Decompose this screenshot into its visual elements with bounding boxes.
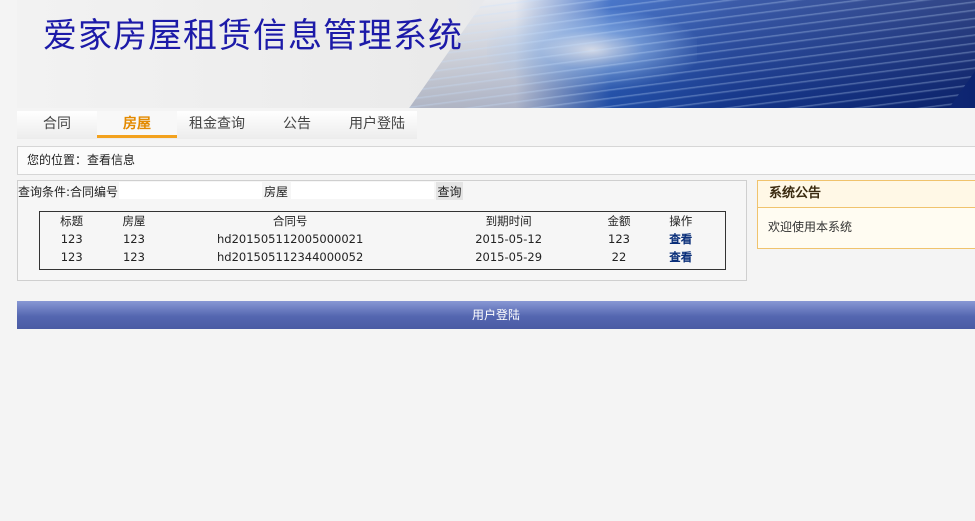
notice-body: 欢迎使用本系统 [768,220,853,234]
nav-item-notice[interactable]: 公告 [257,111,337,137]
table-row: 123 123 hd201505112344000052 2015-05-29 … [40,248,725,266]
header-banner: 爱家房屋租赁信息管理系统 [17,0,975,108]
cell-title: 123 [60,232,83,246]
column-header-title: 标题 [60,214,84,228]
results-table: 标题 房屋 合同号 到期时间 金额 操作 123 123 hd201505112… [39,211,726,270]
query-button[interactable]: 查询 [436,182,463,200]
cell-contract: hd201505112005000021 [217,232,364,246]
column-header-amount: 金额 [607,214,631,228]
nav-item-rent-query[interactable]: 租金查询 [177,111,257,137]
cell-contract: hd201505112344000052 [217,250,364,264]
view-link[interactable]: 查看 [669,232,692,246]
column-header-action: 操作 [669,214,693,228]
table-row: 123 123 hd201505112005000021 2015-05-12 … [40,230,725,248]
breadcrumb: 您的位置：查看信息 [17,146,975,175]
cell-action: 查看 [636,230,725,248]
banner-light-rays [409,0,975,108]
system-notice-panel: 系统公告 欢迎使用本系统 [757,180,975,249]
cell-due-date: 2015-05-29 [475,250,543,264]
cell-due-date: 2015-05-12 [475,232,543,246]
column-header-contract: 合同号 [272,214,308,228]
breadcrumb-text: 您的位置：查看信息 [27,153,136,167]
nav-item-user-login[interactable]: 用户登陆 [337,111,417,137]
cell-house: 123 [122,232,145,246]
contract-number-label: 查询条件:合同编号 [18,185,119,199]
view-link[interactable]: 查看 [669,250,692,264]
cell-amount: 22 [611,250,627,264]
nav-item-house[interactable]: 房屋 [97,111,177,138]
contract-number-input[interactable] [119,182,262,199]
nav-item-contract[interactable]: 合同 [17,111,97,137]
column-header-due-date: 到期时间 [485,214,532,228]
house-label: 房屋 [264,185,289,199]
cell-title: 123 [60,250,83,264]
notice-title: 系统公告 [758,181,975,208]
user-login-bar[interactable]: 用户登陆 [17,301,975,329]
cell-amount: 123 [608,232,630,246]
search-panel: 查询条件:合同编号 房屋 查询 标题 房屋 合同号 到期时间 金额 操作 123… [17,180,747,281]
main-nav: 合同 房屋 租金查询 公告 用户登陆 [17,111,417,139]
cell-action: 查看 [636,248,725,266]
site-title: 爱家房屋租赁信息管理系统 [43,16,463,56]
house-input[interactable] [291,182,434,199]
cell-house: 123 [122,250,145,264]
table-header-row: 标题 房屋 合同号 到期时间 金额 操作 [40,212,725,230]
column-header-house: 房屋 [122,214,146,228]
